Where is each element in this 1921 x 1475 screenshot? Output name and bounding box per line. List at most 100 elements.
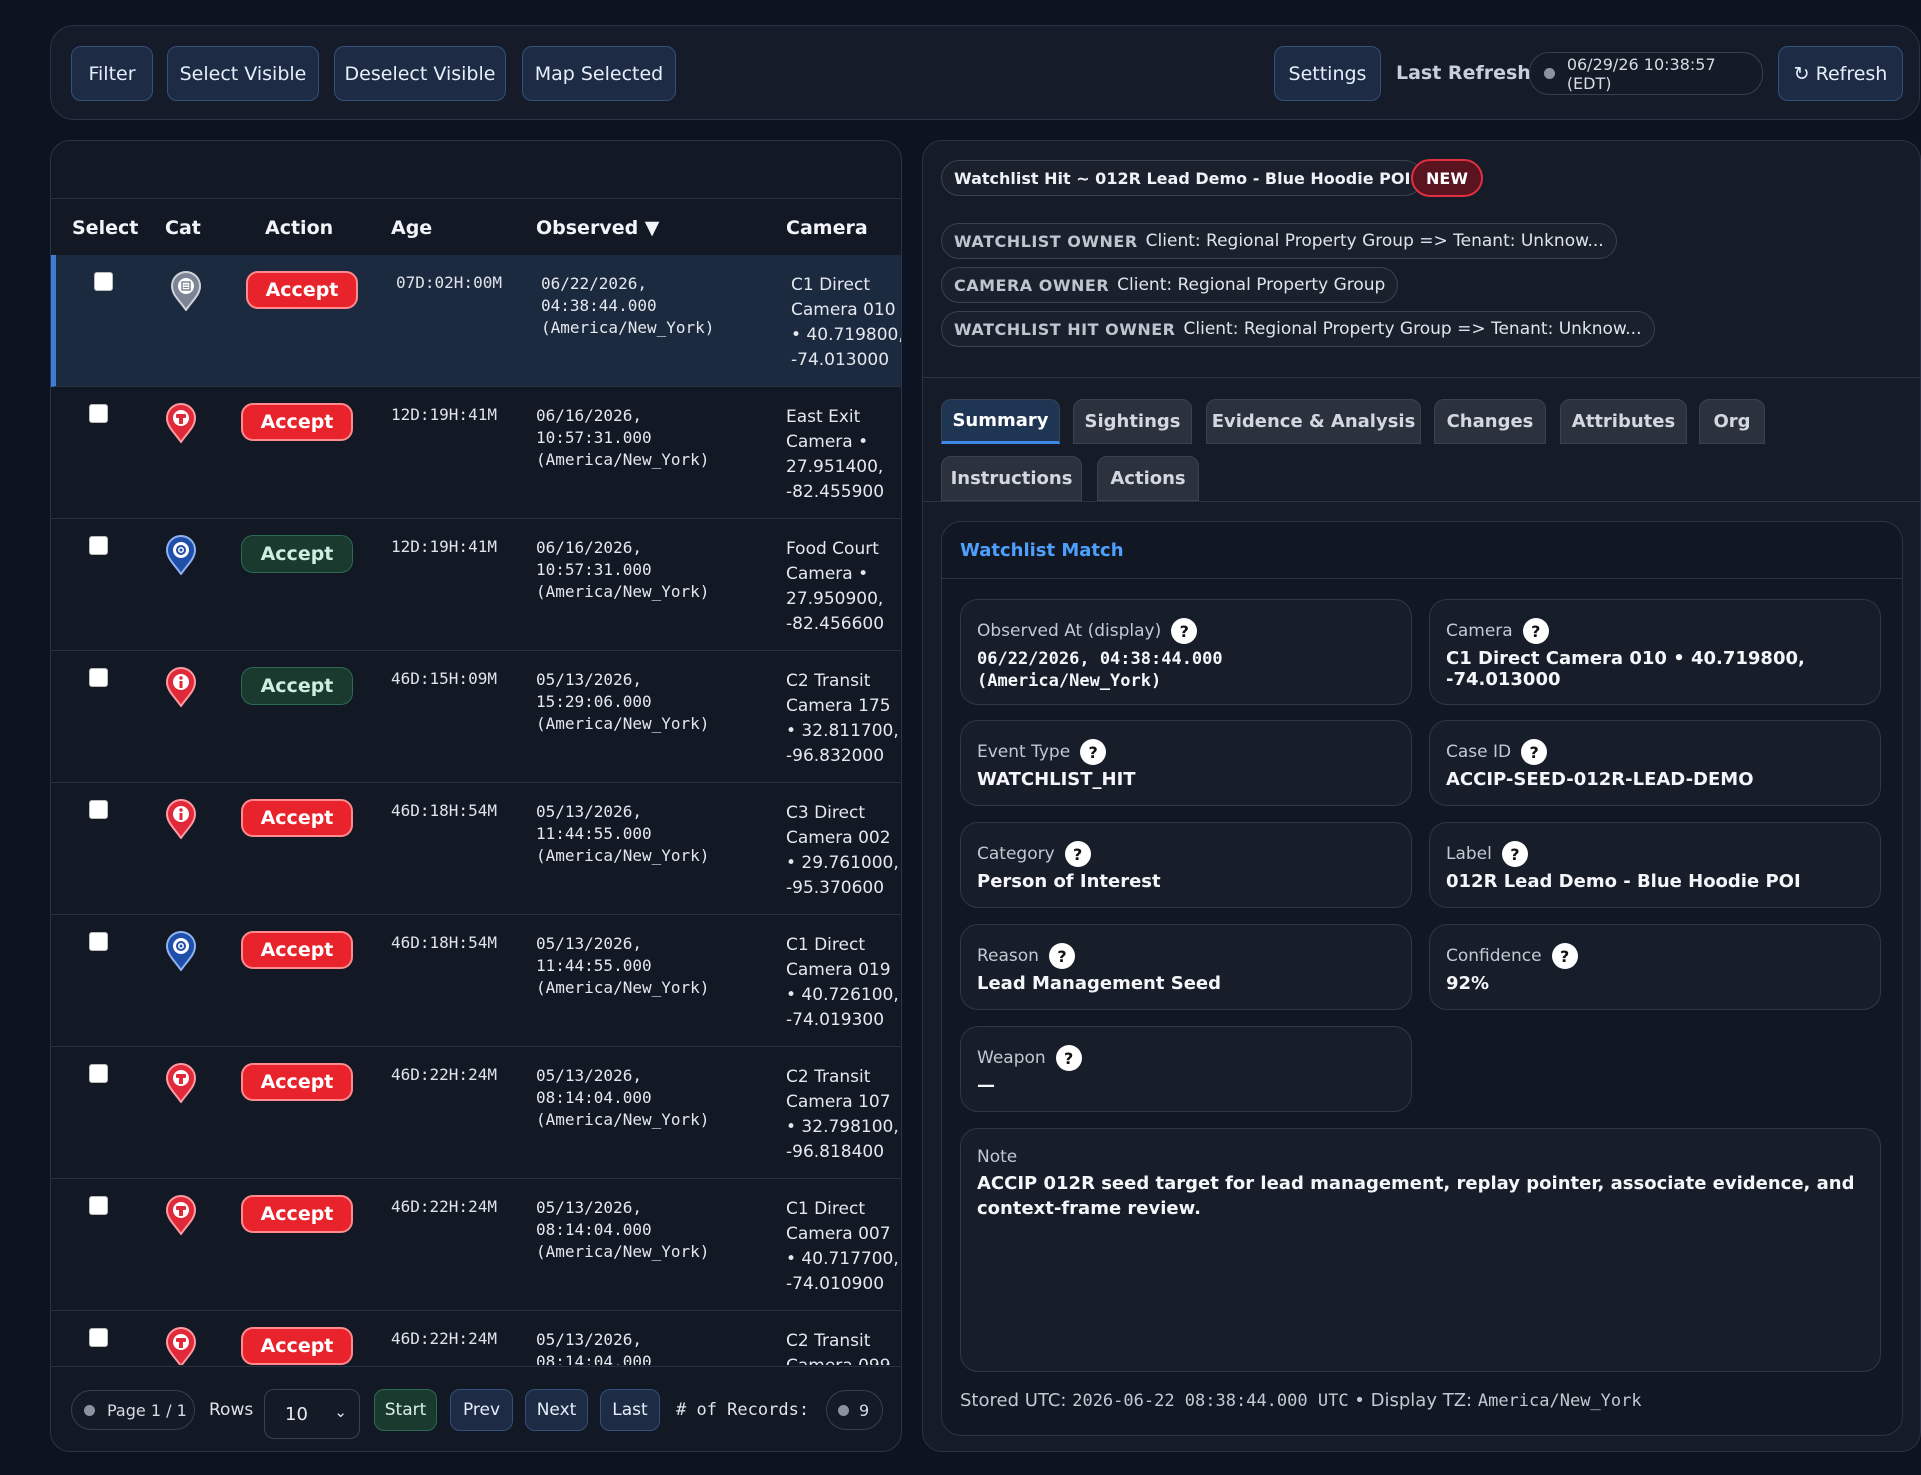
case-id-value: ACCIP-SEED-012R-LEAD-DEMO [1446,769,1754,790]
row-checkbox[interactable] [89,668,108,687]
tab-evidence-analysis[interactable]: Evidence & Analysis [1206,399,1421,444]
status-dot-icon [1544,68,1555,79]
table-row[interactable]: Accept 46D:18H:54M 05/13/2026, 11:44:55.… [51,915,901,1047]
filter-button[interactable]: Filter [71,46,153,101]
category-value: Person of Interest [977,871,1161,892]
tab-summary[interactable]: Summary [941,399,1060,444]
help-icon[interactable]: ? [1171,618,1198,644]
top-toolbar: Filter Select Visible Deselect Visible M… [50,25,1920,120]
stored-utc-value: 2026-06-22 08:38:44.000 UTC [1072,1391,1349,1411]
deselect-visible-button[interactable]: Deselect Visible [334,46,506,101]
stored-utc-prefix: Stored UTC: [960,1390,1067,1411]
row-camera: C2 Transit Camera 107 • 32.798100, -96.8… [786,1067,899,1162]
accept-button[interactable]: Accept [246,271,358,309]
row-checkbox[interactable] [89,932,108,951]
row-camera: C3 Direct Camera 002 • 29.761000, -95.37… [786,803,899,898]
divider [923,377,1920,378]
tab-actions[interactable]: Actions [1097,456,1199,501]
col-age: Age [391,217,433,239]
row-checkbox[interactable] [89,536,108,555]
col-cat: Cat [165,217,201,239]
row-observed: 06/16/2026, 10:57:31.000 (America/New_Yo… [536,406,710,469]
accept-button[interactable]: Accept [241,1195,353,1233]
row-age: 46D:15H:09M [391,669,497,688]
tab-changes[interactable]: Changes [1434,399,1546,444]
select-visible-button[interactable]: Select Visible [167,46,319,101]
row-observed: 06/16/2026, 10:57:31.000 (America/New_Yo… [536,538,710,601]
settings-button[interactable]: Settings [1274,46,1381,101]
refresh-button[interactable]: ↻ Refresh [1778,46,1903,101]
row-checkbox[interactable] [89,800,108,819]
detail-panel: Watchlist Hit ~ 012R Lead Demo - Blue Ho… [922,140,1921,1452]
col-observed-sort[interactable]: Observed ▼ [536,217,659,239]
watchlist-owner-label: WATCHLIST OWNER [954,231,1138,251]
note-field: Note ACCIP 012R seed target for lead man… [960,1128,1881,1372]
table-row[interactable]: Accept 07D:02H:00M 06/22/2026, 04:38:44.… [51,255,902,387]
help-icon[interactable]: ? [1080,739,1107,765]
next-button[interactable]: Next [525,1389,588,1431]
tab-org[interactable]: Org [1699,399,1765,444]
row-checkbox[interactable] [89,1196,108,1215]
row-checkbox[interactable] [89,1328,108,1347]
table-row[interactable]: Accept 12D:19H:41M 06/16/2026, 10:57:31.… [51,519,901,651]
help-icon[interactable]: ? [1522,618,1549,644]
help-icon[interactable]: ? [1064,841,1091,867]
col-action: Action [265,217,334,239]
accept-button[interactable]: Accept [241,667,353,705]
start-button[interactable]: Start [374,1389,437,1431]
pagination-footer: Page 1 / 1 Rows 10 ⌄ Start Prev Next Las… [51,1366,901,1451]
section-title: Watchlist Match [960,540,1124,561]
col-camera: Camera [786,217,868,239]
event-type-label: Event Type? [977,739,1107,765]
table-row[interactable]: Accept 12D:19H:41M 06/16/2026, 10:57:31.… [51,387,901,519]
events-table-panel: Select Cat Action Age Observed ▼ Camera … [50,140,902,1452]
accept-button[interactable]: Accept [241,799,353,837]
last-button[interactable]: Last [600,1389,660,1431]
row-observed: 05/13/2026, 08:14:04.000 (America/New_Yo… [536,1330,652,1365]
row-camera: East Exit Camera • 27.951400, -82.455900 [786,407,885,502]
rows-per-page-select[interactable]: 10 ⌄ [264,1389,360,1439]
row-checkbox[interactable] [89,1064,108,1083]
help-icon[interactable]: ? [1521,739,1548,765]
prev-button[interactable]: Prev [450,1389,513,1431]
table-row[interactable]: Accept 46D:15H:09M 05/13/2026, 15:29:06.… [51,651,901,783]
table-row[interactable]: Accept 46D:18H:54M 05/13/2026, 11:44:55.… [51,783,901,915]
table-row[interactable]: Accept 46D:22H:24M 05/13/2026, 08:14:04.… [51,1179,901,1311]
chevron-down-icon: ⌄ [334,1403,347,1421]
map-selected-button[interactable]: Map Selected [522,46,676,101]
accept-button[interactable]: Accept [241,1327,353,1365]
tab-instructions[interactable]: Instructions [941,456,1082,501]
row-age: 46D:18H:54M [391,801,497,820]
row-age: 07D:02H:00M [396,273,502,292]
camera-owner-chip: CAMERA OWNER Client: Regional Property G… [941,267,1399,303]
section-divider [942,578,1902,579]
observed-at-value: 06/22/2026, 04:38:44.000 (America/New_Yo… [977,649,1223,691]
tab-sightings[interactable]: Sightings [1073,399,1192,444]
table-row[interactable]: Accept 46D:22H:24M 05/13/2026, 08:14:04.… [51,1047,901,1179]
display-tz-prefix: • Display TZ: [1354,1390,1473,1411]
row-camera: C1 Direct Camera 007 • 40.717700, -74.01… [786,1199,899,1294]
watchlist-owner-value: Client: Regional Property Group => Tenan… [1145,231,1604,251]
row-age: 46D:22H:24M [391,1197,497,1216]
tab-attributes[interactable]: Attributes [1560,399,1687,444]
accept-button[interactable]: Accept [241,535,353,573]
row-observed: 05/13/2026, 08:14:04.000 (America/New_Yo… [536,1198,710,1261]
row-checkbox[interactable] [89,404,108,423]
row-observed: 05/13/2026, 15:29:06.000 (America/New_Yo… [536,670,710,733]
last-refresh-label: Last Refresh [1396,62,1531,84]
row-camera: C1 Direct Camera 010 • 40.719800, -74.01… [791,275,902,370]
row-camera: C2 Transit Camera 099 [786,1331,891,1365]
accept-button[interactable]: Accept [241,1063,353,1101]
table-row[interactable]: Accept 46D:22H:24M 05/13/2026, 08:14:04.… [51,1311,901,1365]
accept-button[interactable]: Accept [241,403,353,441]
help-icon[interactable]: ? [1551,943,1578,969]
help-icon[interactable]: ? [1048,943,1075,969]
row-age: 46D:22H:24M [391,1065,497,1084]
row-checkbox[interactable] [94,272,113,291]
help-icon[interactable]: ? [1055,1045,1082,1071]
accept-button[interactable]: Accept [241,931,353,969]
reason-label: Reason? [977,943,1075,969]
tabs-divider [923,501,1920,502]
help-icon[interactable]: ? [1501,841,1528,867]
table-body: Accept 07D:02H:00M 06/22/2026, 04:38:44.… [51,255,902,1365]
